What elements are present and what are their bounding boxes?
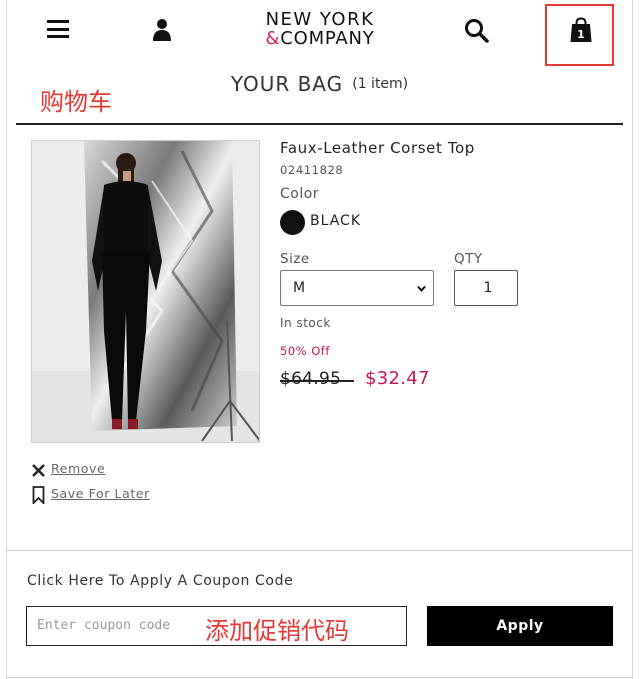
qty-input[interactable]: 1 <box>454 270 518 306</box>
stock-status: In stock <box>280 316 331 330</box>
product-sku: 02411828 <box>280 163 344 177</box>
coupon-heading[interactable]: Click Here To Apply A Coupon Code <box>27 573 293 589</box>
section-divider <box>6 550 633 551</box>
chevron-down-icon <box>417 285 426 293</box>
shopping-bag-icon[interactable]: 1 <box>569 17 593 43</box>
close-icon[interactable] <box>31 463 46 478</box>
page-border-right <box>632 0 633 679</box>
item-count: (1 item) <box>352 76 409 92</box>
bag-count: 1 <box>577 28 585 41</box>
annotation-cart: 购物车 <box>40 88 112 116</box>
brand-logo[interactable]: NEW YORK &COMPANY <box>250 10 390 48</box>
search-icon[interactable] <box>464 18 490 44</box>
discount-badge: 50% Off <box>280 344 330 358</box>
page-title: YOUR BAG <box>230 72 344 96</box>
annotation-coupon: 添加促销代码 <box>205 617 349 645</box>
size-select[interactable]: M <box>280 270 434 306</box>
header-divider <box>16 123 623 125</box>
color-swatch <box>280 210 305 235</box>
account-icon[interactable] <box>151 18 173 42</box>
price-strikethrough <box>280 380 354 382</box>
page-border-left <box>6 0 7 679</box>
bookmark-icon[interactable] <box>32 486 45 504</box>
save-for-later-link[interactable]: Save For Later <box>51 486 150 501</box>
qty-label: QTY <box>454 251 483 267</box>
bottom-divider <box>6 677 633 678</box>
price-sale: $32.47 <box>365 368 430 389</box>
logo-line-1: NEW YORK <box>265 9 375 30</box>
price-original: $64.95 <box>280 369 342 389</box>
size-value: M <box>293 280 306 296</box>
remove-link[interactable]: Remove <box>51 461 105 476</box>
logo-ampersand: & <box>265 28 281 49</box>
color-label: Color <box>280 186 320 202</box>
size-label: Size <box>280 251 310 267</box>
apply-button[interactable]: Apply <box>427 606 613 646</box>
logo-company: COMPANY <box>280 28 375 49</box>
product-image[interactable] <box>31 140 260 443</box>
product-name[interactable]: Faux-Leather Corset Top <box>280 139 475 157</box>
logo-line-2: &COMPANY <box>250 29 390 48</box>
menu-icon[interactable] <box>47 20 69 38</box>
color-value: BLACK <box>310 213 362 229</box>
